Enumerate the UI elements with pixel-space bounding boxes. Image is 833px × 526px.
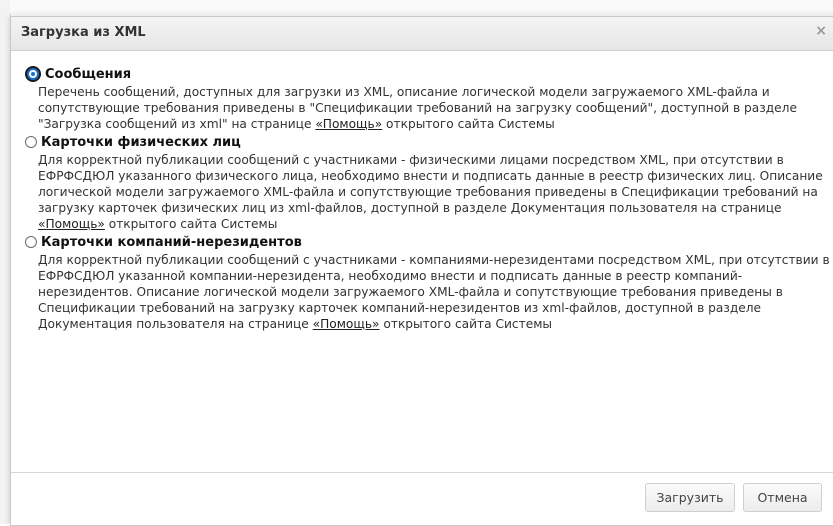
radio-individuals[interactable]: [25, 136, 37, 148]
option-messages: Сообщения Перечень сообщений, доступных …: [25, 64, 825, 132]
option-label[interactable]: Сообщения: [45, 67, 131, 82]
dialog-titlebar: Загрузка из XML ×: [11, 17, 833, 51]
radio-nonresident-companies[interactable]: [25, 236, 37, 248]
cancel-button[interactable]: Отмена: [743, 483, 822, 512]
option-description: Перечень сообщений, доступных для загруз…: [38, 84, 830, 132]
help-link[interactable]: «Помощь»: [315, 117, 382, 131]
option-description: Для корректной публикации сообщений с уч…: [38, 152, 830, 232]
dialog-content: Сообщения Перечень сообщений, доступных …: [25, 64, 830, 332]
background-page-top: [10, 0, 833, 14]
option-description: Для корректной публикации сообщений с уч…: [38, 252, 830, 332]
description-text: Для корректной публикации сообщений с уч…: [38, 153, 823, 215]
help-link[interactable]: «Помощь»: [313, 317, 380, 331]
dialog-title: Загрузка из XML: [21, 25, 146, 40]
radio-messages[interactable]: [27, 68, 39, 80]
option-label[interactable]: Карточки компаний-нерезидентов: [41, 235, 302, 250]
description-text-end: открытого сайта Системы: [379, 317, 553, 331]
description-text-end: открытого сайта Системы: [382, 117, 555, 131]
option-label[interactable]: Карточки физических лиц: [41, 135, 241, 150]
help-link[interactable]: «Помощь»: [38, 217, 105, 231]
close-icon[interactable]: ×: [815, 23, 827, 39]
option-individuals: Карточки физических лиц Для корректной п…: [25, 132, 825, 232]
option-nonresident-companies: Карточки компаний-нерезидентов Для корре…: [25, 232, 830, 332]
load-button[interactable]: Загрузить: [645, 483, 735, 512]
description-text-end: открытого сайта Системы: [104, 217, 278, 231]
xml-upload-dialog: Загрузка из XML × Сообщения Перечень соо…: [10, 16, 833, 526]
footer-divider: [11, 472, 833, 473]
